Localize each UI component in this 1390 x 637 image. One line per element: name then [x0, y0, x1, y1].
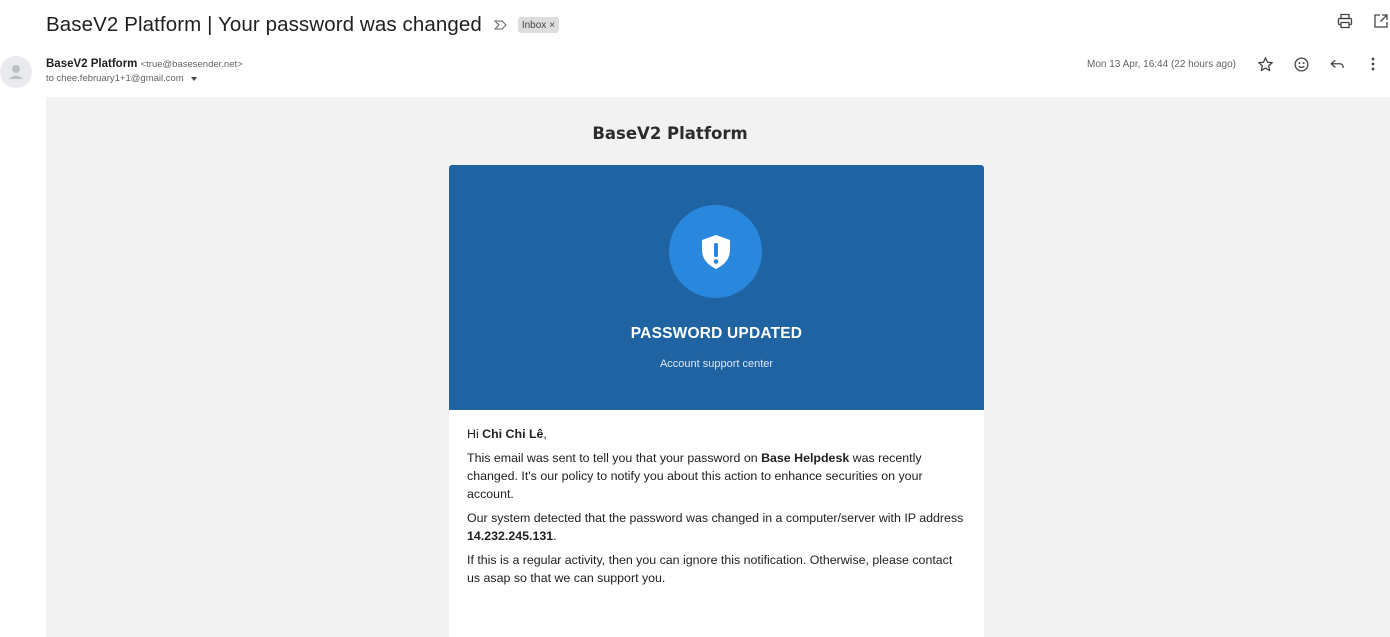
- reply-icon[interactable]: [1328, 55, 1346, 73]
- recipient-line: to chee.february1+1@gmail.com: [46, 73, 184, 84]
- top-actions: [1336, 12, 1390, 30]
- sender-block: BaseV2 Platform <true@basesender.net> to…: [46, 57, 243, 86]
- password-updated-banner: PASSWORD UPDATED Account support center: [449, 165, 984, 410]
- ip-address: 14.232.245.131: [467, 529, 554, 543]
- message-date: Mon 13 Apr, 16:44 (22 hours ago): [1087, 58, 1236, 70]
- email-subject: BaseV2 Platform | Your password was chan…: [46, 13, 482, 36]
- greeting-prefix: Hi: [467, 427, 483, 441]
- shield-alert-icon: [669, 205, 762, 298]
- email-content: Hi Chi Chi Lê, This email was sent to te…: [467, 425, 967, 593]
- more-options-icon[interactable]: [1364, 55, 1382, 73]
- inbox-label-text: Inbox: [521, 19, 547, 31]
- important-marker-icon[interactable]: [493, 19, 508, 31]
- paragraph-2-text-a: Our system detected that the password wa…: [467, 511, 964, 525]
- print-icon[interactable]: [1336, 12, 1354, 30]
- paragraph-2: Our system detected that the password wa…: [467, 509, 967, 545]
- emoji-reaction-icon[interactable]: [1292, 55, 1310, 73]
- service-name: Base Helpdesk: [761, 451, 850, 465]
- recipient-name: Chi Chi Lê: [482, 427, 544, 441]
- greeting: Hi Chi Chi Lê,: [467, 425, 967, 443]
- sender-name[interactable]: BaseV2 Platform: [46, 58, 137, 70]
- paragraph-1: This email was sent to tell you that you…: [467, 449, 967, 503]
- sender-email: <true@basesender.net>: [140, 59, 243, 70]
- email-card: PASSWORD UPDATED Account support center …: [449, 165, 984, 637]
- email-brand-title: BaseV2 Platform: [592, 124, 748, 143]
- remove-label-button[interactable]: ×: [549, 20, 555, 31]
- recipient-details-toggle[interactable]: to chee.february1+1@gmail.com: [46, 72, 243, 86]
- banner-subtitle: Account support center: [659, 358, 774, 370]
- open-in-new-window-icon[interactable]: [1372, 12, 1390, 30]
- paragraph-1-text-a: This email was sent to tell you that you…: [467, 451, 762, 465]
- sender-avatar[interactable]: [0, 56, 32, 88]
- inbox-label-chip[interactable]: Inbox ×: [517, 17, 560, 33]
- star-icon[interactable]: [1256, 55, 1274, 73]
- paragraph-3: If this is a regular activity, then you …: [467, 553, 953, 585]
- subject-row: BaseV2 Platform | Your password was chan…: [46, 10, 560, 40]
- banner-title: PASSWORD UPDATED: [630, 325, 803, 342]
- greeting-suffix: ,: [543, 427, 547, 441]
- paragraph-2-text-b: .: [553, 529, 557, 543]
- message-meta-actions: Mon 13 Apr, 16:44 (22 hours ago): [1087, 55, 1382, 73]
- chevron-down-icon[interactable]: [190, 77, 197, 81]
- sender-line: BaseV2 Platform <true@basesender.net>: [46, 57, 243, 72]
